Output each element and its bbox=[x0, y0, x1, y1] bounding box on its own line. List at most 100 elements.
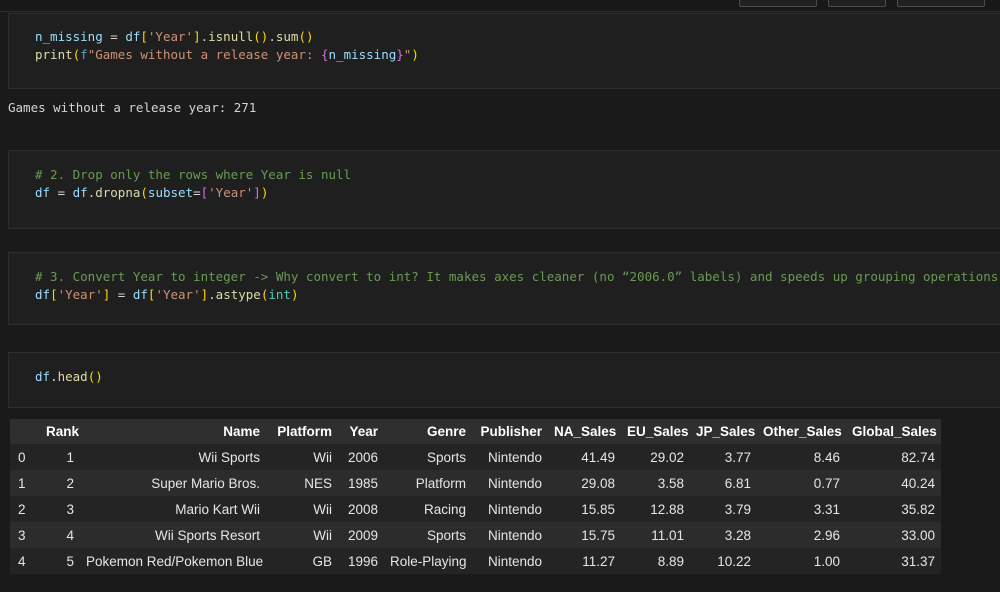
table-cell: Wii Sports bbox=[80, 444, 266, 470]
table-cell: 0.77 bbox=[757, 470, 846, 496]
column-header: Platform bbox=[266, 419, 338, 444]
table-row: 23Mario Kart WiiWii2008RacingNintendo15.… bbox=[10, 496, 941, 522]
table-cell: 35.82 bbox=[846, 496, 941, 522]
code-line: # 2. Drop only the rows where Year is nu… bbox=[35, 166, 1000, 184]
table-cell: 3.58 bbox=[621, 470, 690, 496]
table-cell: 33.00 bbox=[846, 522, 941, 548]
table-cell: Super Mario Bros. bbox=[80, 470, 266, 496]
table-cell: 3.28 bbox=[690, 522, 757, 548]
table-cell: 3 bbox=[40, 496, 80, 522]
table-cell: 3.31 bbox=[757, 496, 846, 522]
toolbar-button[interactable] bbox=[897, 0, 985, 7]
code-editor[interactable]: n_missing = df['Year'].isnull().sum()pri… bbox=[35, 28, 1000, 64]
code-cell-astype[interactable]: # 3. Convert Year to integer -> Why conv… bbox=[8, 252, 1000, 325]
table-cell: Wii bbox=[266, 496, 338, 522]
table-row: 45Pokemon Red/Pokemon BlueGB1996Role-Pla… bbox=[10, 548, 941, 574]
table-cell: 3.79 bbox=[690, 496, 757, 522]
table-cell: 29.02 bbox=[621, 444, 690, 470]
table-cell: 2006 bbox=[338, 444, 384, 470]
table-cell: Racing bbox=[384, 496, 472, 522]
dataframe-table: RankNamePlatformYearGenrePublisherNA_Sal… bbox=[10, 419, 941, 574]
code-line: df = df.dropna(subset=['Year']) bbox=[35, 184, 1000, 202]
table-cell: 2.96 bbox=[757, 522, 846, 548]
table-cell: 2008 bbox=[338, 496, 384, 522]
row-index: 4 bbox=[10, 548, 40, 574]
table-cell: 82.74 bbox=[846, 444, 941, 470]
table-cell: Sports bbox=[384, 444, 472, 470]
table-cell: 2 bbox=[40, 470, 80, 496]
table-cell: 4 bbox=[40, 522, 80, 548]
table-cell: 8.89 bbox=[621, 548, 690, 574]
table-cell: 31.37 bbox=[846, 548, 941, 574]
table-cell: Platform bbox=[384, 470, 472, 496]
code-cell-missing-count[interactable]: n_missing = df['Year'].isnull().sum()pri… bbox=[8, 13, 1000, 89]
column-header: Rank bbox=[40, 419, 80, 444]
table-cell: Sports bbox=[384, 522, 472, 548]
table-cell: Wii bbox=[266, 522, 338, 548]
column-header: NA_Sales bbox=[548, 419, 621, 444]
table-cell: Mario Kart Wii bbox=[80, 496, 266, 522]
table-cell: Wii bbox=[266, 444, 338, 470]
table-cell: 15.85 bbox=[548, 496, 621, 522]
row-index: 3 bbox=[10, 522, 40, 548]
table-cell: Nintendo bbox=[472, 522, 548, 548]
code-line: print(f"Games without a release year: {n… bbox=[35, 46, 1000, 64]
table-cell: 15.75 bbox=[548, 522, 621, 548]
code-cell-head[interactable]: df.head() bbox=[8, 352, 1000, 408]
column-header: JP_Sales bbox=[690, 419, 757, 444]
table-cell: 1985 bbox=[338, 470, 384, 496]
table-cell: Pokemon Red/Pokemon Blue bbox=[80, 548, 266, 574]
table-cell: 40.24 bbox=[846, 470, 941, 496]
table-cell: Nintendo bbox=[472, 496, 548, 522]
table-header-row: RankNamePlatformYearGenrePublisherNA_Sal… bbox=[10, 419, 941, 444]
code-cell-dropna[interactable]: # 2. Drop only the rows where Year is nu… bbox=[8, 150, 1000, 229]
table-header: RankNamePlatformYearGenrePublisherNA_Sal… bbox=[10, 419, 941, 444]
toolbar-button[interactable] bbox=[739, 0, 817, 7]
table-cell: 6.81 bbox=[690, 470, 757, 496]
column-header bbox=[10, 419, 40, 444]
cell-output-text: Games without a release year: 271 bbox=[8, 99, 1000, 117]
table-body: 01Wii SportsWii2006SportsNintendo41.4929… bbox=[10, 444, 941, 574]
table-row: 12Super Mario Bros.NES1985PlatformNinten… bbox=[10, 470, 941, 496]
table-row: 34Wii Sports ResortWii2009SportsNintendo… bbox=[10, 522, 941, 548]
toolbar-button[interactable] bbox=[828, 0, 886, 7]
table-cell: 3.77 bbox=[690, 444, 757, 470]
row-index: 1 bbox=[10, 470, 40, 496]
column-header: EU_Sales bbox=[621, 419, 690, 444]
table-cell: 1.00 bbox=[757, 548, 846, 574]
code-editor[interactable]: df.head() bbox=[35, 368, 1000, 386]
table-cell: 10.22 bbox=[690, 548, 757, 574]
row-index: 0 bbox=[10, 444, 40, 470]
row-index: 2 bbox=[10, 496, 40, 522]
code-editor[interactable]: # 2. Drop only the rows where Year is nu… bbox=[35, 166, 1000, 202]
table-cell: 8.46 bbox=[757, 444, 846, 470]
table-cell: Wii Sports Resort bbox=[80, 522, 266, 548]
table-cell: Nintendo bbox=[472, 444, 548, 470]
table-cell: 5 bbox=[40, 548, 80, 574]
column-header: Global_Sales bbox=[846, 419, 941, 444]
table-cell: 11.27 bbox=[548, 548, 621, 574]
table-cell: GB bbox=[266, 548, 338, 574]
code-line: df.head() bbox=[35, 368, 1000, 386]
table-cell: 41.49 bbox=[548, 444, 621, 470]
table-cell: Nintendo bbox=[472, 548, 548, 574]
table-cell: 1996 bbox=[338, 548, 384, 574]
table-cell: Nintendo bbox=[472, 470, 548, 496]
column-header: Other_Sales bbox=[757, 419, 846, 444]
table-cell: 29.08 bbox=[548, 470, 621, 496]
dataframe-output: RankNamePlatformYearGenrePublisherNA_Sal… bbox=[10, 419, 1000, 574]
table-cell: Role-Playing bbox=[384, 548, 472, 574]
code-line: n_missing = df['Year'].isnull().sum() bbox=[35, 28, 1000, 46]
table-row: 01Wii SportsWii2006SportsNintendo41.4929… bbox=[10, 444, 941, 470]
table-cell: NES bbox=[266, 470, 338, 496]
table-cell: 11.01 bbox=[621, 522, 690, 548]
column-header: Name bbox=[80, 419, 266, 444]
column-header: Year bbox=[338, 419, 384, 444]
code-editor[interactable]: # 3. Convert Year to integer -> Why conv… bbox=[35, 268, 1000, 304]
code-line: df['Year'] = df['Year'].astype(int) bbox=[35, 286, 1000, 304]
table-cell: 2009 bbox=[338, 522, 384, 548]
column-header: Genre bbox=[384, 419, 472, 444]
table-cell: 1 bbox=[40, 444, 80, 470]
column-header: Publisher bbox=[472, 419, 548, 444]
code-line: # 3. Convert Year to integer -> Why conv… bbox=[35, 268, 1000, 286]
